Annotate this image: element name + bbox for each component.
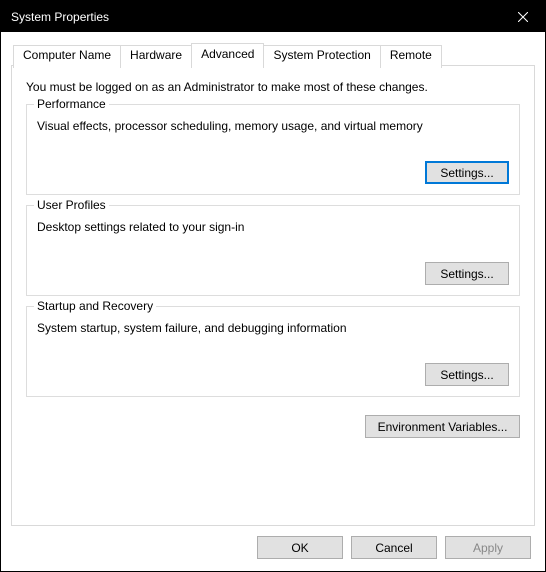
tab-remote[interactable]: Remote [380,45,442,68]
group-startup-desc: System startup, system failure, and debu… [37,321,509,335]
dialog-footer: OK Cancel Apply [11,526,535,571]
tab-panel-advanced: You must be logged on as an Administrato… [11,65,535,526]
apply-button[interactable]: Apply [445,536,531,559]
close-button[interactable] [500,1,545,32]
window-title: System Properties [11,10,500,24]
tab-hardware[interactable]: Hardware [120,45,192,68]
tab-strip: Computer Name Hardware Advanced System P… [11,43,535,66]
titlebar: System Properties [1,1,545,32]
group-profiles-desc: Desktop settings related to your sign-in [37,220,509,234]
environment-variables-button[interactable]: Environment Variables... [365,415,520,438]
intro-text: You must be logged on as an Administrato… [26,80,520,94]
ok-button[interactable]: OK [257,536,343,559]
cancel-button[interactable]: Cancel [351,536,437,559]
tab-system-protection[interactable]: System Protection [263,45,380,68]
dialog-body: Computer Name Hardware Advanced System P… [1,32,545,571]
group-performance: Performance Visual effects, processor sc… [26,104,520,195]
group-startup-recovery: Startup and Recovery System startup, sys… [26,306,520,397]
tab-advanced[interactable]: Advanced [191,43,264,66]
performance-settings-button[interactable]: Settings... [425,161,509,184]
close-icon [518,12,528,22]
tab-computer-name[interactable]: Computer Name [13,45,121,68]
group-performance-title: Performance [34,97,109,111]
startup-settings-button[interactable]: Settings... [425,363,509,386]
group-profiles-title: User Profiles [34,198,109,212]
profiles-settings-button[interactable]: Settings... [425,262,509,285]
group-startup-title: Startup and Recovery [34,299,156,313]
group-user-profiles: User Profiles Desktop settings related t… [26,205,520,296]
group-performance-desc: Visual effects, processor scheduling, me… [37,119,509,133]
